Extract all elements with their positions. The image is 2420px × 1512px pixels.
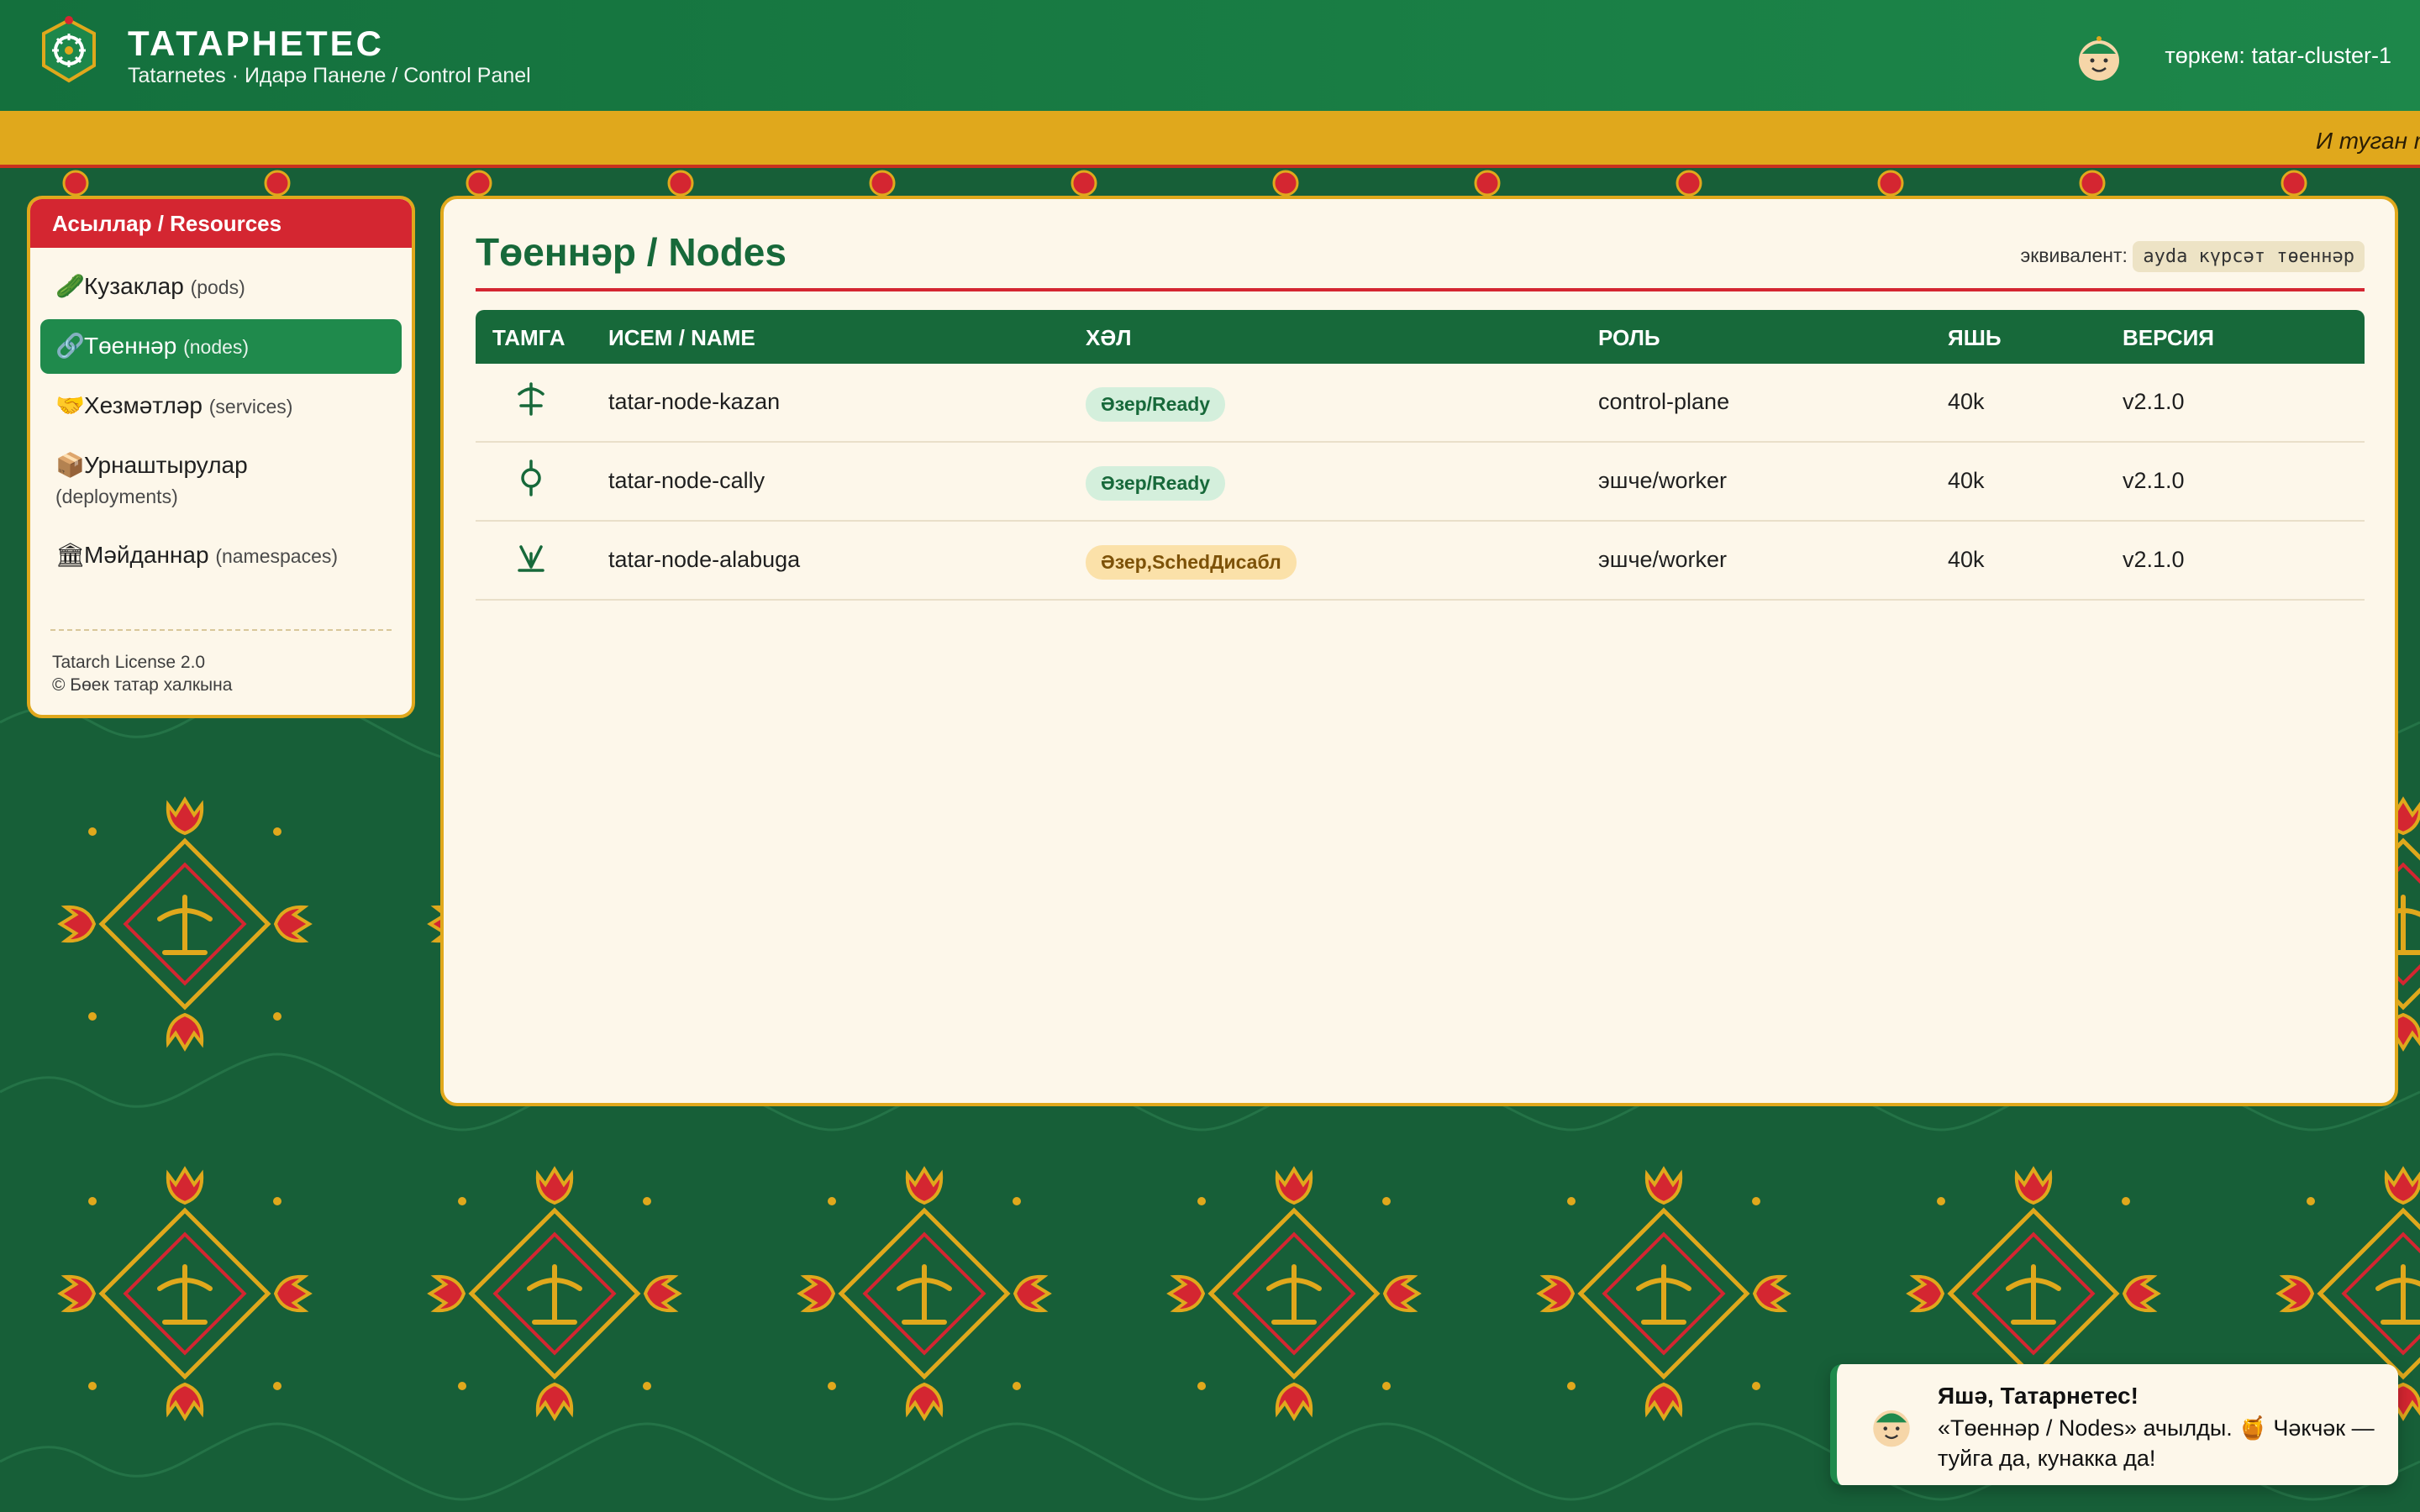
sidebar-item-namespaces[interactable]: 🏛Мәйданнар (namespaces) <box>40 528 402 583</box>
node-age: 40k <box>1948 547 1985 572</box>
table-row[interactable]: tatar-node-kazan Әзер/Ready control-plan… <box>476 364 2365 443</box>
status-badge: Әзер/Ready <box>1086 466 1226 501</box>
toast-message: «Төеннәр / Nodes» ачылды. 🍯 Чәкчәк — туй… <box>1938 1415 2375 1471</box>
node-name[interactable]: tatar-node-alabuga <box>608 547 800 573</box>
welcome-toast[interactable]: Яшә, Татарнетес! «Төеннәр / Nodes» ачылд… <box>1830 1364 2398 1485</box>
node-version: v2.1.0 <box>2123 468 2185 493</box>
status-badge-text: Әзер,SchedДисабл <box>1086 545 1297 580</box>
ticker-text: И туган т <box>2316 128 2420 154</box>
cluster-indicator[interactable]: төркем: tatar-cluster-1 <box>2165 43 2391 69</box>
package-icon: 📦 <box>55 452 85 478</box>
sidebar-item-sublabel: (nodes) <box>183 336 250 358</box>
sidebar-item-label: Урнаштырулар <box>84 452 248 478</box>
tamga-anchor-icon <box>518 382 544 416</box>
nodes-panel: Төеннәр / Nodes эквивалент: ayda күрсәт … <box>440 196 2398 1106</box>
table-row[interactable]: tatar-node-cally Әзер/Ready эшче/worker … <box>476 443 2365 522</box>
sidebar-item-sublabel: (services) <box>208 396 293 417</box>
column-header-status[interactable]: ХӘЛ <box>1086 325 1131 351</box>
node-version: v2.1.0 <box>2123 389 2185 414</box>
node-name[interactable]: tatar-node-kazan <box>608 389 780 415</box>
sidebar-nav: 🥒Кузаклар (pods) 🔗Төеннәр (nodes) 🤝Хезмә… <box>30 248 412 583</box>
column-header-name[interactable]: ИСЕМ / NAME <box>608 325 755 351</box>
status-badge-text: Әзер/Ready <box>1086 466 1226 501</box>
sidebar-item-label: Кузаклар <box>84 273 184 299</box>
sidebar-footer: Tatarch License 2.0 © Бөек татар халкына <box>50 629 392 696</box>
column-header-tamga[interactable]: ТАМГА <box>492 325 566 351</box>
tatarnetes-logo-icon[interactable] <box>37 15 101 87</box>
toast-title: Яшә, Татарнетес! <box>1938 1383 2139 1409</box>
node-age: 40k <box>1948 389 1985 414</box>
status-badge: Әзер,SchedДисабл <box>1086 545 1297 580</box>
column-header-version[interactable]: ВЕРСИЯ <box>2123 325 2214 351</box>
status-badge: Әзер/Ready <box>1086 387 1226 422</box>
sidebar-item-deployments[interactable]: 📦Урнаштырулар (deployments) <box>40 438 402 523</box>
link-icon: 🔗 <box>55 333 85 359</box>
app-subtitle: Tatarnetes · Идарә Панеле / Control Pane… <box>128 64 531 87</box>
mascot-avatar-icon <box>1873 1410 1910 1447</box>
resources-sidebar: Асыллар / Resources 🥒Кузаклар (pods) 🔗Тө… <box>27 196 415 718</box>
column-header-age[interactable]: ЯШЬ <box>1948 325 2002 351</box>
tamga-circle-icon <box>521 459 541 496</box>
sidebar-item-pods[interactable]: 🥒Кузаклар (pods) <box>40 260 402 314</box>
app-title: ТАТАРНЕТЕС <box>128 24 384 63</box>
sidebar-item-label: Төеннәр <box>84 333 177 359</box>
license-text: Tatarch License 2.0 <box>52 653 206 672</box>
sidebar-item-nodes[interactable]: 🔗Төеннәр (nodes) <box>40 319 402 374</box>
node-name[interactable]: tatar-node-cally <box>608 468 765 494</box>
table-row[interactable]: tatar-node-alabuga Әзер,SchedДисабл эшче… <box>476 522 2365 601</box>
sidebar-item-sublabel: (namespaces) <box>215 545 339 567</box>
sidebar-item-sublabel: (deployments) <box>55 486 178 507</box>
page-title: Төеннәр / Nodes <box>476 230 786 274</box>
equivalent-command: эквивалент: ayda күрсәт төеннәр <box>2020 241 2365 272</box>
status-badge-text: Әзер/Ready <box>1086 387 1226 422</box>
equivalent-command-code[interactable]: ayda күрсәт төеннәр <box>2133 241 2365 272</box>
equivalent-label: эквивалент: <box>2020 244 2128 266</box>
sidebar-item-services[interactable]: 🤝Хезмәтләр (services) <box>40 379 402 433</box>
node-age: 40k <box>1948 468 1985 493</box>
node-version: v2.1.0 <box>2123 547 2185 572</box>
node-role: эшче/worker <box>1598 468 1728 493</box>
node-role: control-plane <box>1598 389 1730 414</box>
news-ticker: И туган т <box>0 111 2420 168</box>
sidebar-item-label: Мәйданнар <box>84 542 209 568</box>
handshake-icon: 🤝 <box>55 392 85 418</box>
app-header: ТАТАРНЕТЕС Tatarnetes · Идарә Панеле / C… <box>0 0 2420 111</box>
landmark-icon: 🏛 <box>55 542 86 568</box>
table-header: ТАМГА ИСЕМ / NAME ХӘЛ РОЛЬ ЯШЬ ВЕРСИЯ <box>476 310 2365 364</box>
column-header-role[interactable]: РОЛЬ <box>1598 325 1660 351</box>
node-role: эшче/worker <box>1598 547 1728 572</box>
sidebar-item-label: Хезмәтләр <box>84 392 203 418</box>
user-avatar-icon[interactable] <box>2072 30 2126 84</box>
copyright-text: © Бөек татар халкына <box>52 675 233 695</box>
nodes-table: ТАМГА ИСЕМ / NAME ХӘЛ РОЛЬ ЯШЬ ВЕРСИЯ ta… <box>476 310 2365 601</box>
tamga-fork-icon <box>518 545 544 572</box>
sidebar-heading: Асыллар / Resources <box>30 199 412 248</box>
cucumber-icon: 🥒 <box>55 273 85 299</box>
title-divider <box>476 288 2365 291</box>
sidebar-item-sublabel: (pods) <box>190 276 245 298</box>
